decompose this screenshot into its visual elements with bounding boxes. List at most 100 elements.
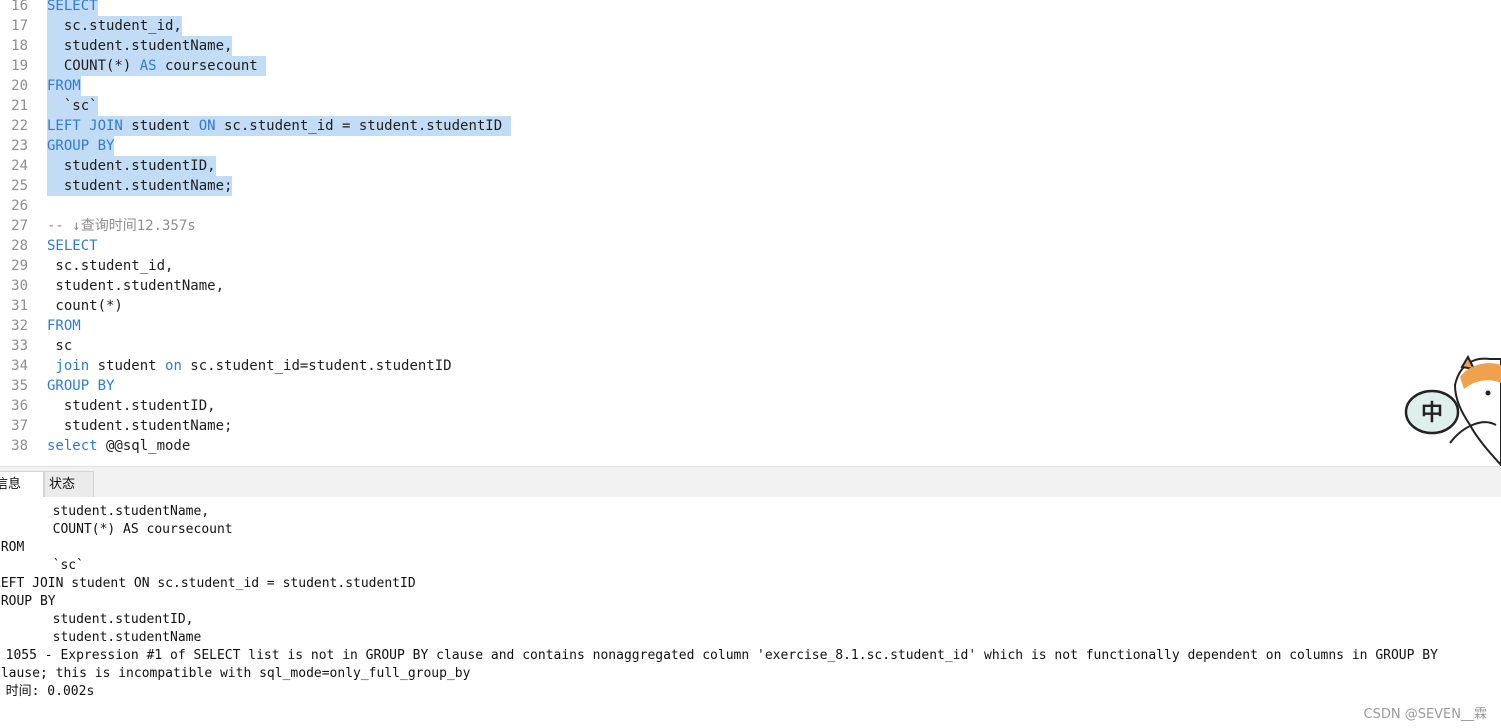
line-number: 27 bbox=[11, 218, 28, 234]
sql-keyword: FROM bbox=[47, 318, 81, 334]
sql-identifier: student bbox=[122, 118, 199, 134]
watermark: CSDN @SEVEN__霖 bbox=[1363, 707, 1488, 722]
line-number: 19 bbox=[11, 58, 28, 74]
code-text[interactable]: student.studentID, bbox=[47, 156, 216, 176]
code-text[interactable]: FROM bbox=[47, 316, 81, 336]
editor-line[interactable]: 38 select @@sql_mode bbox=[0, 436, 1501, 456]
code-text[interactable]: student.studentID, bbox=[47, 396, 216, 416]
sql-identifier: sc.student_id, bbox=[47, 258, 174, 274]
code-text[interactable]: SELECT bbox=[47, 0, 98, 16]
line-number: 28 bbox=[11, 238, 28, 254]
line-number: 35 bbox=[11, 378, 28, 394]
tab-info[interactable]: 信息 bbox=[0, 471, 44, 498]
editor-line[interactable]: 30 student.studentName, bbox=[0, 276, 1501, 296]
sql-keyword: FROM bbox=[47, 78, 81, 94]
code-text[interactable]: `sc` bbox=[47, 96, 98, 116]
sql-identifier: student.studentID, bbox=[47, 398, 216, 414]
output-line: student.studentName, bbox=[0, 504, 210, 519]
badge-top-label: 中 bbox=[1421, 401, 1443, 426]
sql-keyword: ON bbox=[198, 118, 216, 134]
editor-line[interactable]: 20 FROM bbox=[0, 76, 1501, 96]
message-output: student.studentName, COUNT(*) AS coursec… bbox=[0, 497, 1501, 728]
sql-keyword: join bbox=[55, 358, 90, 374]
output-line: > 时间: 0.002s bbox=[0, 684, 95, 699]
line-number: 22 bbox=[11, 118, 28, 134]
line-number: 16 bbox=[11, 0, 28, 14]
code-text[interactable]: sc.student_id, bbox=[47, 256, 173, 276]
sql-identifier: COUNT(*) bbox=[47, 58, 140, 74]
editor-line[interactable]: 37 student.studentName; bbox=[0, 416, 1501, 436]
code-text[interactable]: -- ↓查询时间12.357s bbox=[47, 216, 196, 236]
editor-line[interactable]: 17 sc.student_id, bbox=[0, 16, 1501, 36]
sql-identifier: @@sql_mode bbox=[97, 438, 191, 454]
editor-line[interactable]: 23 GROUP BY bbox=[0, 136, 1501, 156]
editor-line[interactable]: 31 count(*) bbox=[0, 296, 1501, 316]
sql-keyword: GROUP BY bbox=[47, 138, 115, 154]
sql-keyword: GROUP BY bbox=[47, 378, 115, 394]
line-number: 33 bbox=[11, 338, 28, 354]
tab-status[interactable]: 状态 bbox=[44, 471, 94, 498]
line-number: 23 bbox=[11, 138, 28, 154]
sql-keyword: on bbox=[165, 358, 182, 374]
editor-line[interactable]: 33 sc bbox=[0, 336, 1501, 356]
code-text[interactable]: sc.student_id, bbox=[47, 16, 182, 36]
sql-identifier: student.studentName, bbox=[47, 38, 233, 54]
sql-identifier: student.studentID, bbox=[47, 158, 216, 174]
code-text[interactable]: SELECT bbox=[47, 236, 98, 256]
line-number: 31 bbox=[11, 298, 28, 314]
code-text[interactable]: join student on sc.student_id=student.st… bbox=[47, 356, 451, 376]
sql-identifier: coursecount bbox=[156, 58, 267, 74]
code-text[interactable]: select @@sql_mode bbox=[47, 436, 190, 456]
sql-comment: -- ↓查询时间12.357s bbox=[47, 218, 196, 234]
editor-line[interactable]: 18 student.studentName, bbox=[0, 36, 1501, 56]
code-text[interactable]: GROUP BY bbox=[47, 376, 114, 396]
sql-editor[interactable]: 16 SELECT 17 sc.student_id, 18 student.stud… bbox=[0, 0, 1501, 466]
sql-keyword: AS bbox=[139, 58, 157, 74]
line-number: 25 bbox=[11, 178, 28, 194]
editor-line[interactable]: 35 GROUP BY bbox=[0, 376, 1501, 396]
code-text[interactable]: COUNT(*) AS coursecount bbox=[47, 56, 267, 76]
line-number: 29 bbox=[11, 258, 28, 274]
line-number: 26 bbox=[11, 198, 28, 214]
sql-keyword: select bbox=[47, 438, 98, 454]
code-text[interactable]: FROM bbox=[47, 76, 81, 96]
code-text[interactable]: LEFT JOIN student ON sc.student_id = stu… bbox=[47, 116, 511, 136]
line-number: 20 bbox=[11, 78, 28, 94]
editor-line[interactable]: 24 student.studentID, bbox=[0, 156, 1501, 176]
editor-line[interactable]: 26 bbox=[0, 196, 1501, 216]
code-text[interactable]: student.studentName, bbox=[47, 36, 233, 56]
line-number: 30 bbox=[11, 278, 28, 294]
output-line: FROM bbox=[0, 540, 25, 555]
line-number: 38 bbox=[11, 438, 28, 454]
line-number: 21 bbox=[11, 98, 28, 114]
editor-line[interactable]: 16 SELECT bbox=[0, 0, 1501, 16]
editor-line[interactable]: 22 LEFT JOIN student ON sc.student_id = s… bbox=[0, 116, 1501, 136]
code-text[interactable]: count(*) bbox=[47, 296, 123, 316]
output-line: student.studentName bbox=[0, 630, 202, 645]
output-line: > 1055 - Expression #1 of SELECT list is… bbox=[0, 648, 1438, 663]
editor-line[interactable]: 28 SELECT bbox=[0, 236, 1501, 256]
editor-line[interactable]: 36 student.studentID, bbox=[0, 396, 1501, 416]
editor-line[interactable]: 27 -- ↓查询时间12.357s bbox=[0, 216, 1501, 236]
editor-line[interactable]: 25 student.studentName; bbox=[0, 176, 1501, 196]
output-line: `sc` bbox=[52, 558, 84, 573]
code-text[interactable]: student.studentName; bbox=[47, 176, 233, 196]
code-text[interactable]: sc bbox=[47, 336, 72, 356]
sql-identifier: `sc` bbox=[47, 98, 98, 114]
sql-identifier: student.studentName, bbox=[47, 278, 225, 294]
editor-line[interactable]: 32 FROM bbox=[0, 316, 1501, 336]
line-number: 18 bbox=[11, 38, 28, 54]
sql-identifier: sc bbox=[47, 338, 73, 354]
code-text[interactable]: student.studentName; bbox=[47, 416, 233, 436]
editor-line[interactable]: 34 join student on sc.student_id=student… bbox=[0, 356, 1501, 376]
output-line: LEFT JOIN student ON sc.student_id = stu… bbox=[0, 576, 416, 591]
editor-line[interactable]: 21 `sc` bbox=[0, 96, 1501, 116]
code-text[interactable]: GROUP BY bbox=[47, 136, 115, 156]
code-text[interactable]: student.studentName, bbox=[47, 276, 224, 296]
sql-keyword: SELECT bbox=[47, 238, 98, 254]
sql-identifier: count(*) bbox=[47, 298, 123, 314]
editor-line[interactable]: 19 COUNT(*) AS coursecount bbox=[0, 56, 1501, 76]
result-tabbar: 信息 状态 bbox=[0, 466, 1501, 498]
sql-identifier: student bbox=[89, 358, 166, 374]
editor-line[interactable]: 29 sc.student_id, bbox=[0, 256, 1501, 276]
